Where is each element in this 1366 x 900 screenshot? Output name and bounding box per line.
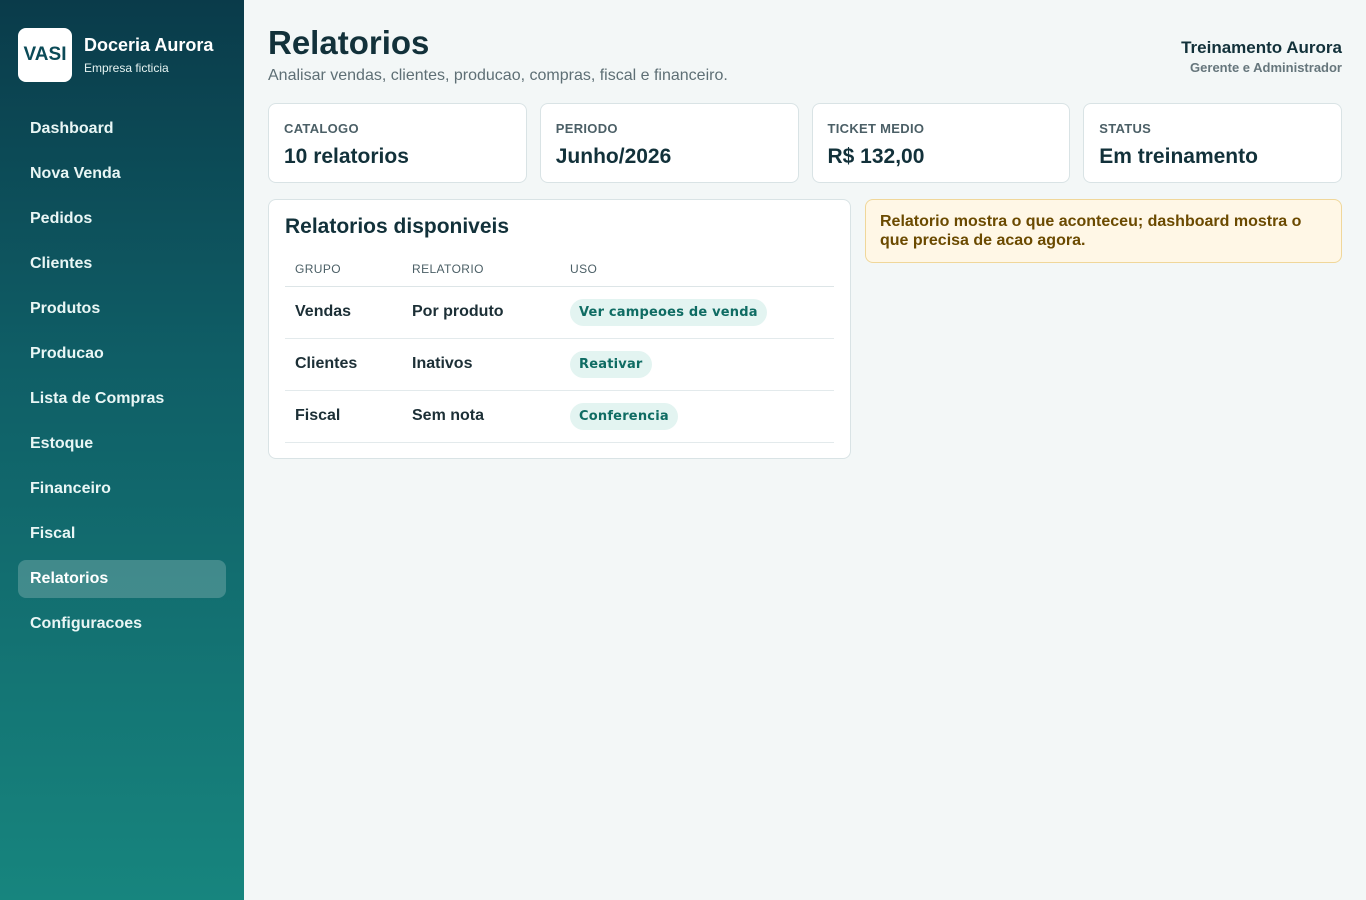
cell-grupo: Clientes xyxy=(285,338,402,391)
cell-relatorio: Por produto xyxy=(402,286,560,339)
stat-card-status: STATUS Em treinamento xyxy=(1083,103,1342,183)
table-header-row: GRUPO RELATORIO USO xyxy=(285,252,834,287)
stat-label: TICKET MEDIO xyxy=(827,121,925,136)
sidebar-item-relatorios[interactable]: Relatorios xyxy=(18,560,226,598)
table-row[interactable]: Clientes Inativos Reativar xyxy=(285,338,834,391)
sidebar-item-fiscal[interactable]: Fiscal xyxy=(18,515,226,553)
info-note: Relatorio mostra o que aconteceu; dashbo… xyxy=(865,199,1342,263)
stats-row: CATALOGO 10 relatorios PERIODO Junho/202… xyxy=(268,103,1342,183)
cell-relatorio: Sem nota xyxy=(402,390,560,443)
brand-name: Doceria Aurora xyxy=(84,35,214,55)
user-info: Treinamento Aurora Gerente e Administrad… xyxy=(1181,38,1342,75)
cell-uso: Reativar xyxy=(560,338,834,391)
sidebar-item-pedidos[interactable]: Pedidos xyxy=(18,200,226,238)
sidebar-item-lista-de-compras[interactable]: Lista de Compras xyxy=(18,380,226,418)
sidebar-item-producao[interactable]: Producao xyxy=(18,335,226,373)
sidebar-item-configuracoes[interactable]: Configuracoes xyxy=(18,605,226,643)
stat-value: Em treinamento xyxy=(1099,145,1258,168)
stat-label: CATALOGO xyxy=(284,121,359,136)
stat-card-ticket-medio: TICKET MEDIO R$ 132,00 xyxy=(811,103,1071,183)
sidebar-item-dashboard[interactable]: Dashboard xyxy=(18,110,226,148)
brand-subtitle: Empresa ficticia xyxy=(84,61,169,75)
column-header-grupo: GRUPO xyxy=(285,252,402,287)
uso-badge[interactable]: Reativar xyxy=(570,350,652,378)
sidebar-nav: Dashboard Nova Venda Pedidos Clientes Pr… xyxy=(18,110,226,650)
stat-card-periodo: PERIODO Junho/2026 xyxy=(539,103,799,183)
user-name: Treinamento Aurora xyxy=(1181,38,1342,57)
sidebar-item-clientes[interactable]: Clientes xyxy=(18,245,226,283)
table-row[interactable]: Vendas Por produto Ver campeoes de venda xyxy=(285,286,834,339)
user-role: Gerente e Administrador xyxy=(1190,60,1342,75)
uso-badge[interactable]: Ver campeoes de venda xyxy=(570,298,767,326)
reports-panel: Relatorios disponiveis GRUPO RELATORIO U… xyxy=(268,199,851,459)
brand: VASI Doceria Aurora Empresa ficticia xyxy=(18,28,213,82)
stat-value: 10 relatorios xyxy=(284,145,409,168)
stat-label: PERIODO xyxy=(555,121,618,136)
sidebar-item-financeiro[interactable]: Financeiro xyxy=(18,470,226,508)
cell-grupo: Fiscal xyxy=(285,390,402,443)
cell-grupo: Vendas xyxy=(285,286,402,339)
cell-relatorio: Inativos xyxy=(402,338,560,391)
stat-value: Junho/2026 xyxy=(555,145,672,168)
cell-uso: Conferencia xyxy=(560,390,834,443)
page-title: Relatorios xyxy=(268,24,430,61)
table-row[interactable]: Fiscal Sem nota Conferencia xyxy=(285,390,834,443)
stat-card-catalogo: CATALOGO 10 relatorios xyxy=(268,103,527,183)
page-subtitle: Analisar vendas, clientes, producao, com… xyxy=(268,67,728,84)
column-header-uso: USO xyxy=(560,252,834,287)
brand-logo: VASI xyxy=(18,28,72,82)
sidebar-item-nova-venda[interactable]: Nova Venda xyxy=(18,155,226,193)
sidebar-item-estoque[interactable]: Estoque xyxy=(18,425,226,463)
stat-label: STATUS xyxy=(1099,121,1152,136)
stat-value: R$ 132,00 xyxy=(827,145,925,168)
column-header-relatorio: RELATORIO xyxy=(402,252,560,287)
sidebar: VASI Doceria Aurora Empresa ficticia Das… xyxy=(0,0,244,900)
sidebar-item-produtos[interactable]: Produtos xyxy=(18,290,226,328)
reports-table: GRUPO RELATORIO USO Vendas Por produto V… xyxy=(285,252,834,443)
reports-panel-title: Relatorios disponiveis xyxy=(285,215,510,238)
brand-text: Doceria Aurora Empresa ficticia xyxy=(84,34,213,76)
cell-uso: Ver campeoes de venda xyxy=(560,286,834,339)
uso-badge[interactable]: Conferencia xyxy=(570,402,678,430)
